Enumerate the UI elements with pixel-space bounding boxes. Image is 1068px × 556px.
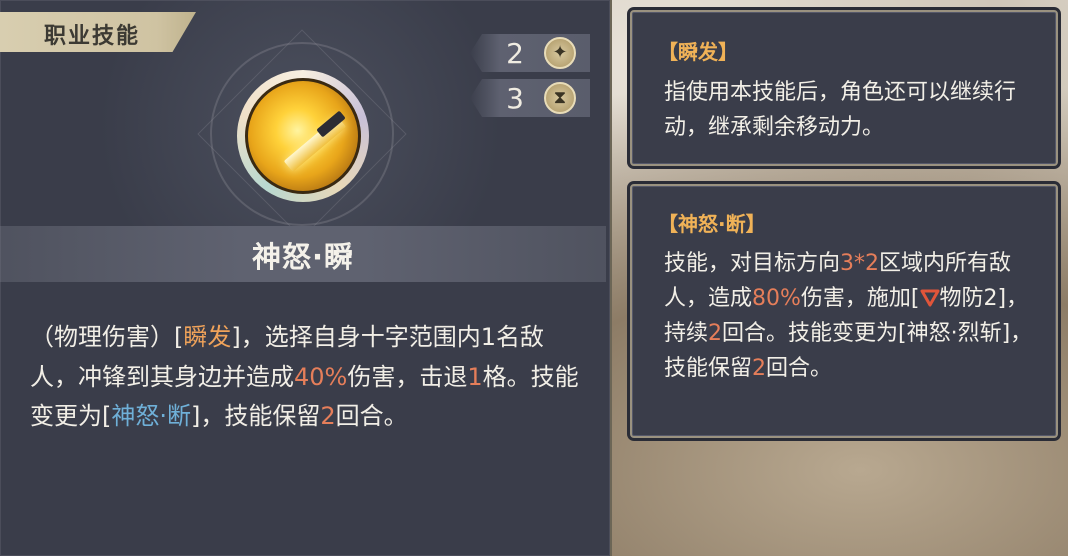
tooltip-body: 技能，对目标方向3*2区域内所有敌人，造成80%伤害，施加[物防2]，持续2回合…: [664, 246, 1039, 386]
area-value: 3*2: [840, 251, 880, 276]
skill-description: （物理伤害）[瞬发]，选择自身十字范围内1名敌人，冲锋到其身边并造成40%伤害，…: [30, 318, 585, 437]
skill-icon[interactable]: [237, 70, 369, 202]
damage-value: 40%: [294, 362, 348, 391]
retain-value: 2: [752, 356, 767, 381]
tooltip-instant: 【瞬发】 指使用本技能后，角色还可以继续行动，继承剩余移动力。: [630, 10, 1058, 166]
desc-text: ]，选择自身十字范围内: [231, 323, 481, 351]
cost-value: 2: [506, 37, 524, 70]
tooltip-body: 指使用本技能后，角色还可以继续行动，继承剩余移动力。: [664, 80, 1017, 140]
desc-text: 回合。: [335, 402, 408, 430]
duration-value: 2: [708, 321, 723, 346]
sword-icon: [245, 78, 361, 194]
skill-link[interactable]: 神怒·断: [111, 402, 191, 430]
knockback-value: 1: [467, 362, 483, 391]
tooltip-title: 【瞬发】: [658, 40, 738, 64]
tip-text: 伤害，施加[: [800, 286, 920, 311]
tip-text: 回合。: [766, 356, 833, 381]
tip-text: 技能，对目标方向: [664, 251, 841, 276]
desc-text: ]，技能保留: [191, 402, 321, 430]
tooltip-title: 【神怒·断】: [658, 212, 766, 236]
hourglass-icon: ⧗: [544, 82, 576, 114]
tooltip-divine-wrath-break: 【神怒·断】 技能，对目标方向3*2区域内所有敌人，造成80%伤害，施加[物防2…: [630, 184, 1058, 438]
desc-text: 1: [480, 323, 497, 351]
cooldown-value: 3: [506, 82, 524, 115]
desc-text: （物理伤害）[: [30, 323, 184, 351]
sparkle-icon: ✦: [544, 37, 576, 69]
skill-name: 神怒·瞬: [251, 240, 355, 274]
skill-panel: 职业技能 2 ✦ 3 ⧗ 神怒·瞬 （物理伤害）[瞬发]，选择自身十字范围内1名…: [0, 0, 612, 556]
desc-text: 伤害，击退: [347, 362, 468, 391]
keyword-link[interactable]: 瞬发: [183, 323, 231, 351]
defense-down-icon: [920, 289, 940, 307]
panel-tab-title: 职业技能: [0, 12, 196, 52]
duration-value: 2: [320, 402, 336, 430]
damage-value: 80%: [752, 286, 801, 311]
